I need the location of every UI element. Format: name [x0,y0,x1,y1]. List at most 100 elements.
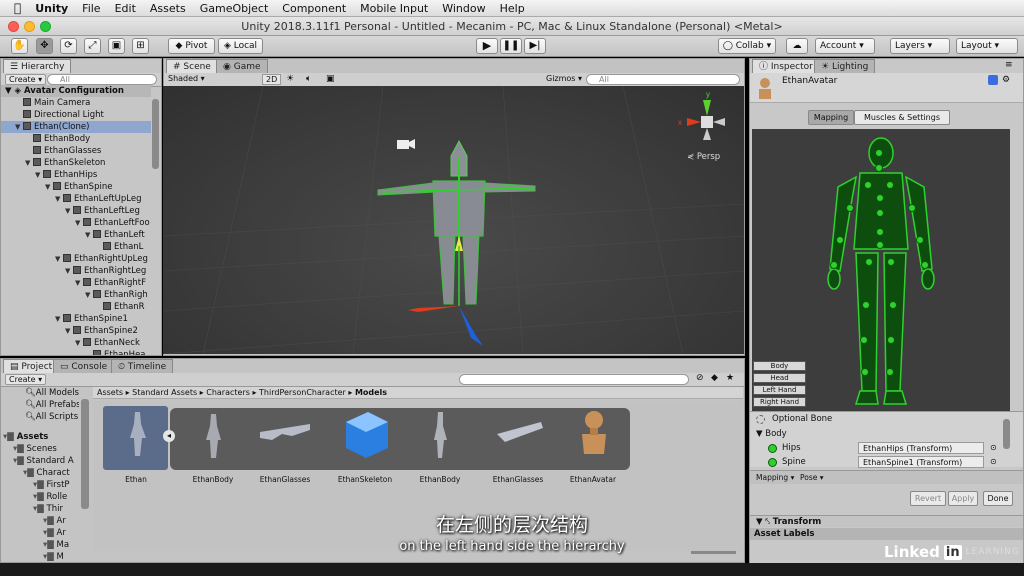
orientation-gizmo[interactable]: y x [678,90,725,140]
asset-ethanglasses-mesh[interactable] [485,404,551,470]
bone-marker[interactable] [887,258,895,266]
mapping-tab[interactable]: Mapping [808,110,854,125]
asset-ethan[interactable] [104,404,170,470]
scene-search-input[interactable]: All [586,74,740,85]
right-hand-view-tab[interactable]: Right Hand [753,397,806,407]
expand-arrow-icon[interactable]: ▼ [85,229,93,241]
hierarchy-row[interactable]: EthanL [1,241,151,253]
bone-marker[interactable] [887,336,895,344]
audio-toggle-icon[interactable]: 🔈︎ [306,74,311,84]
bone-marker[interactable] [860,336,868,344]
favorite-all-prefabs[interactable]: 🔍︎All Prefabs [25,399,79,411]
bone-marker[interactable] [875,149,883,157]
spine-transform-field[interactable]: EthanSpine1 (Transform) [858,456,984,468]
hierarchy-row[interactable]: EthanBody [1,133,151,145]
menu-window[interactable]: Window [435,2,492,15]
scale-tool-icon[interactable]: ⤢ [84,38,101,54]
hierarchy-row[interactable]: EthanGlasses [1,145,151,157]
project-tree-scrollbar[interactable] [81,399,89,509]
persp-label[interactable]: ⋞ Persp [687,152,720,162]
lighting-toggle-icon[interactable]: ☀ [286,74,294,84]
menu-edit[interactable]: Edit [108,2,143,15]
hierarchy-row[interactable]: ▼ EthanRightUpLeg [1,253,151,265]
bone-marker[interactable] [921,261,929,269]
transform-tool-icon[interactable]: ⊞ [132,38,149,54]
breadcrumb-item[interactable]: Assets [97,388,123,397]
folder-row[interactable]: ▾▇ Rolle [1,491,67,503]
layers-dropdown[interactable]: Layers ▾ [890,38,950,54]
expand-arrow-icon[interactable]: ▼ [45,181,53,193]
rotate-tool-icon[interactable]: ⟳ [60,38,77,54]
expand-arrow-icon[interactable]: ▼ [85,289,93,301]
left-hand-view-tab[interactable]: Left Hand [753,385,806,395]
tab-console[interactable]: ▭ Console [53,359,115,373]
scene-viewport[interactable]: y x ⋞ Persp [163,86,744,354]
help-icon[interactable] [988,75,998,85]
bone-marker[interactable] [908,204,916,212]
asset-ethanglasses[interactable] [252,404,318,470]
pause-button[interactable]: ❚❚ [500,38,522,54]
muscles-settings-tab[interactable]: Muscles & Settings [854,110,950,125]
bone-marker[interactable] [876,241,884,249]
bone-marker[interactable] [876,228,884,236]
expand-arrow-icon[interactable]: ▼ [75,337,83,349]
menu-gameobject[interactable]: GameObject [193,2,276,15]
hierarchy-row[interactable]: ▼ EthanSpine1 [1,313,151,325]
project-create-dropdown[interactable]: Create ▾ [5,374,47,385]
hierarchy-row[interactable]: Main Camera [1,97,151,109]
bone-marker[interactable] [862,301,870,309]
folder-row[interactable]: ▾▇ FirstP [1,479,70,491]
hierarchy-create-dropdown[interactable]: Create ▾ [5,74,47,85]
step-button[interactable]: ▶| [524,38,546,54]
filter-type-icon[interactable]: ⊘ [696,373,704,383]
body-view-tab[interactable]: Body [753,361,806,371]
gizmos-dropdown[interactable]: Gizmos ▾ [546,74,582,83]
mapping-dropdown[interactable]: Mapping ▾ [756,473,794,482]
hierarchy-row[interactable]: ▼ EthanRigh [1,289,151,301]
expand-arrow-icon[interactable]: ▼ [65,265,73,277]
menu-unity[interactable]: Unity [28,2,75,15]
asset-ethanbody[interactable] [180,404,246,470]
expand-arrow-icon[interactable]: ▼ [35,169,43,181]
apply-button[interactable]: Apply [948,491,978,506]
breadcrumb-item[interactable]: Standard Assets [132,388,197,397]
hierarchy-row[interactable]: ▼ EthanNeck [1,337,151,349]
bone-marker[interactable] [916,236,924,244]
hierarchy-scrollbar[interactable] [152,99,159,169]
scene-root-row[interactable]: ▼ ◈ Avatar Configuration [1,85,151,97]
effects-toggle-icon[interactable]: ▣ [326,74,335,84]
favorite-all-models[interactable]: 🔍︎All Models [25,387,79,399]
revert-button[interactable]: Revert [910,491,946,506]
bone-marker[interactable] [830,261,838,269]
bone-marker[interactable] [886,368,894,376]
tab-game[interactable]: ◉ Game [216,59,268,73]
expand-arrow-icon[interactable]: ▼ [55,193,63,205]
hierarchy-search-input[interactable]: All [47,74,157,85]
bone-marker[interactable] [865,258,873,266]
settings-icon[interactable]: ⚙ [1002,75,1010,85]
rect-tool-icon[interactable]: ▣ [108,38,125,54]
folder-row[interactable]: ▾▇ Scenes [1,443,57,455]
tab-project[interactable]: ▤ Project [3,359,60,373]
breadcrumb-item[interactable]: ThirdPersonCharacter [259,388,346,397]
shading-mode-dropdown[interactable]: Shaded ▾ [168,74,256,83]
layout-dropdown[interactable]: Layout ▾ [956,38,1018,54]
hierarchy-row[interactable]: ▼ EthanLeftLeg [1,205,151,217]
hierarchy-row[interactable]: ▼ EthanLeftUpLeg [1,193,151,205]
menu-component[interactable]: Component [275,2,353,15]
pivot-toggle[interactable]: ◆ Pivot [168,38,215,54]
object-picker-icon[interactable]: ⊙ [990,457,997,466]
hierarchy-row[interactable]: EthanR [1,301,151,313]
menu-assets[interactable]: Assets [143,2,193,15]
bone-marker[interactable] [864,181,872,189]
object-picker-icon[interactable]: ⊙ [990,443,997,452]
tab-timeline[interactable]: ⏲ Timeline [111,359,174,373]
tab-scene[interactable]: # Scene [166,59,218,73]
bone-marker[interactable] [861,368,869,376]
move-tool-icon[interactable]: ✥ [36,38,53,54]
mode-2d-toggle[interactable]: 2D [262,74,282,85]
minimize-window-button[interactable] [24,21,35,32]
hierarchy-row[interactable]: ▼ Ethan(Clone) [1,121,151,133]
hierarchy-row[interactable]: ▼ EthanSpine [1,181,151,193]
camera-gizmo-icon[interactable] [397,139,415,149]
